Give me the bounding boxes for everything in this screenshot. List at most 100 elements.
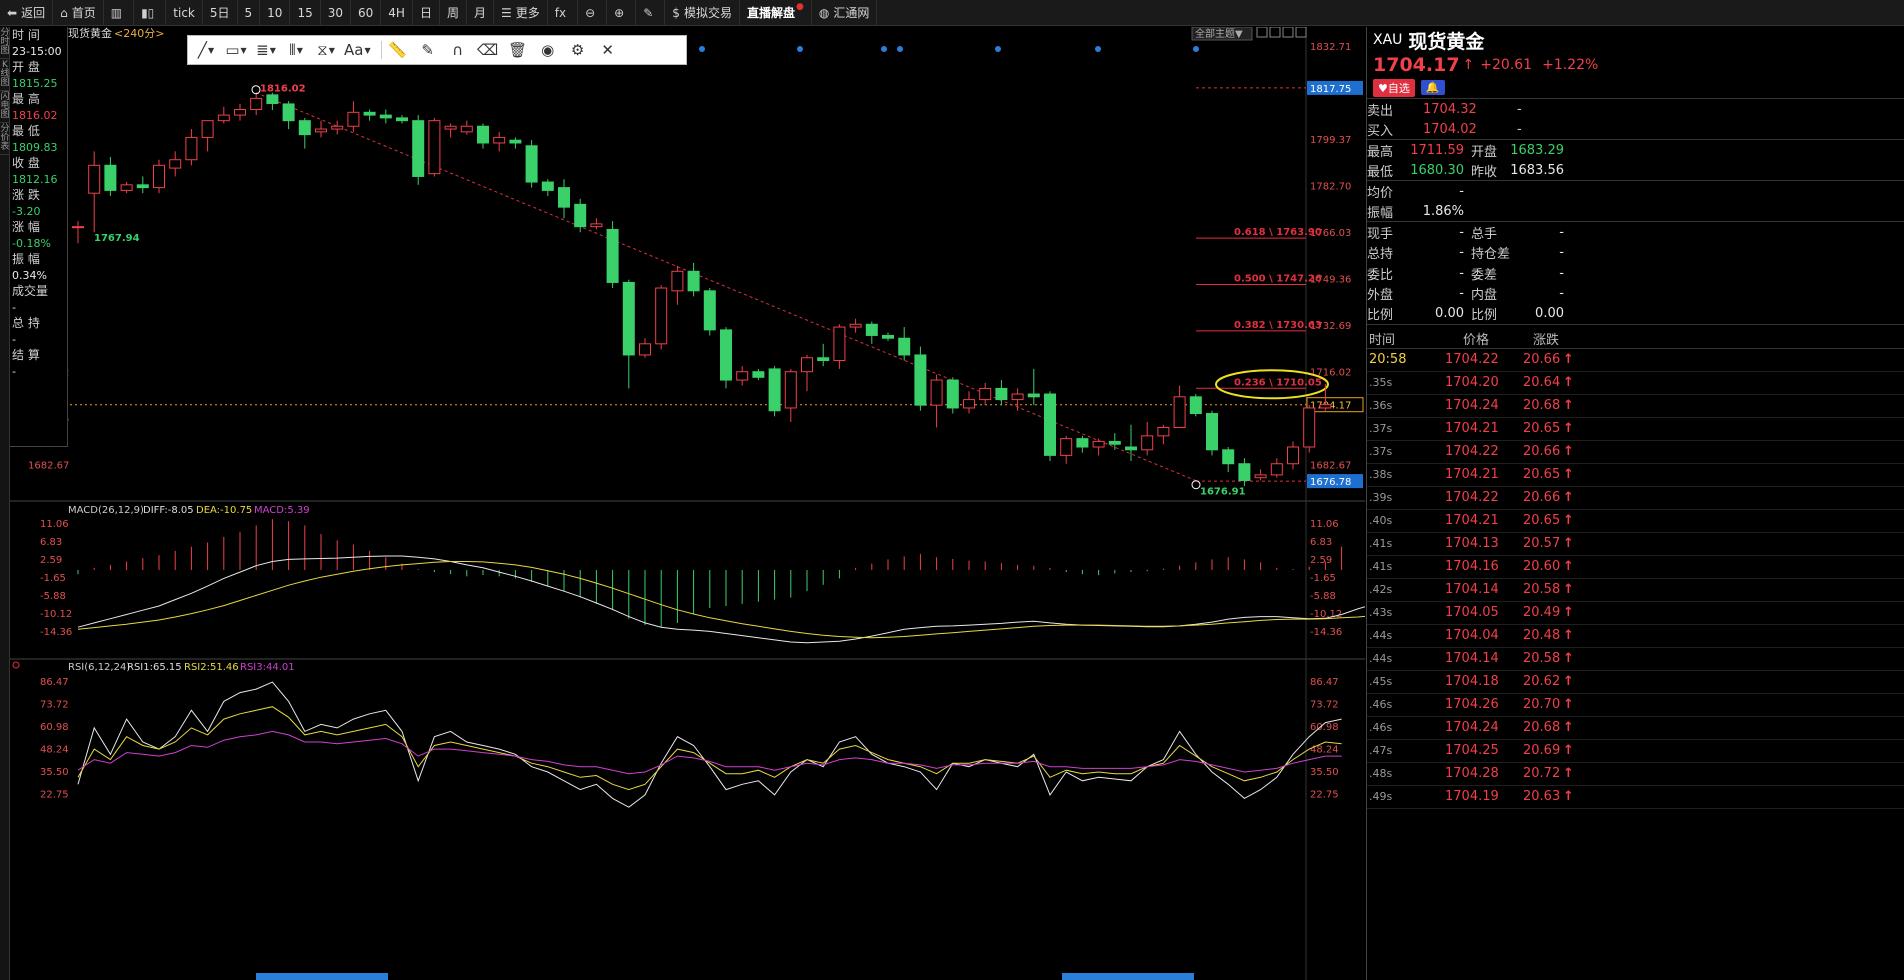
amp-label: 振 幅 <box>12 252 40 266</box>
toolbar-item-19[interactable]: ✎ <box>636 0 666 26</box>
candle-body <box>250 97 263 111</box>
chart-area[interactable]: 现货黄金 <240分> 全部主题▼ 1832.71 1817.75 1799.37 1782… <box>0 27 1365 980</box>
candle-body <box>363 111 376 116</box>
candle <box>1027 368 1040 406</box>
event-dot[interactable] <box>699 46 705 52</box>
trash-icon[interactable]: 🗑 <box>506 37 530 63</box>
tick-head-change: 涨跌 <box>1533 332 1560 348</box>
tick-time: .44s <box>1369 652 1393 665</box>
toolbar-item-6[interactable]: 5 <box>238 0 261 26</box>
toolbar-item-16[interactable]: fx <box>548 0 579 26</box>
price-axis-label: 1832.71 <box>1310 42 1351 53</box>
caret-down-icon: ▼ <box>328 45 335 55</box>
candle-body <box>153 164 165 189</box>
candle-body <box>88 164 101 194</box>
toolbar-item-2[interactable]: ▥ <box>104 0 135 26</box>
up-arrow-icon: ↑ <box>1563 467 1574 482</box>
scroll-thumb[interactable] <box>256 973 388 980</box>
event-dot[interactable] <box>995 46 1001 52</box>
toolbar-item-21[interactable]: 直播解盘 ● <box>740 0 812 26</box>
candle-body <box>963 399 975 409</box>
bell-icon[interactable]: 🔔 <box>1420 80 1445 95</box>
pattern-tool-icon[interactable]: ⧖ ▼ <box>314 37 338 63</box>
toolbar-item-15[interactable]: ☰ 更多 <box>494 0 548 26</box>
layout-icon[interactable] <box>1295 27 1307 38</box>
candle-body <box>396 117 408 122</box>
quote-row-extra: - <box>1517 121 1522 137</box>
candle-body <box>234 109 246 116</box>
candle <box>315 120 327 138</box>
toolbar-item-20[interactable]: $ 模拟交易 <box>665 0 740 26</box>
toolbar-item-3[interactable]: ▮▯ <box>134 0 167 26</box>
layout-icon[interactable] <box>1256 27 1268 38</box>
stat-row: 均价 - <box>1367 181 1904 202</box>
brush-icon[interactable]: ✎ <box>416 37 440 63</box>
stat-row: 振幅 1.86% <box>1367 202 1904 222</box>
magnet-icon[interactable]: ∩ <box>446 37 470 63</box>
stat-value: - <box>1459 265 1464 281</box>
toolbar-item-17[interactable]: ⊖ <box>578 0 608 26</box>
event-dot[interactable] <box>1095 46 1101 52</box>
candle <box>784 368 797 422</box>
text-tool-icon[interactable]: Aa ▼ <box>344 37 371 63</box>
toolbar-item-8[interactable]: 15 <box>290 0 321 26</box>
event-dot[interactable] <box>1193 46 1199 52</box>
toolbar-item-11[interactable]: 4H <box>381 0 413 26</box>
tick-time: .41s <box>1369 560 1393 573</box>
rect-tool-icon[interactable]: ▭ ▼ <box>224 37 248 63</box>
stat-value: - <box>1459 286 1464 302</box>
toolbar-item-12[interactable]: 日 <box>413 0 440 26</box>
eraser-icon[interactable]: ⌫ <box>476 37 500 63</box>
toolbar-item-13[interactable]: 周 <box>440 0 467 26</box>
toolbar-item-18[interactable]: ⊕ <box>607 0 637 26</box>
candle-body <box>639 343 651 356</box>
candle <box>736 366 749 386</box>
candle <box>1189 394 1202 417</box>
event-dot[interactable] <box>797 46 803 52</box>
low-label: 最 低 <box>12 124 40 138</box>
tick-change: 20.65 <box>1523 513 1561 528</box>
toolbar-item-4[interactable]: tick <box>166 0 203 26</box>
stat-label: 内盘 <box>1471 288 1498 304</box>
candle <box>1044 391 1056 461</box>
tick-time: .48s <box>1369 767 1393 780</box>
candle-body <box>655 287 668 345</box>
toolbar-item-9[interactable]: 30 <box>321 0 351 26</box>
toolbar-item-14[interactable]: 月 <box>467 0 494 26</box>
ruler-icon[interactable]: 📏 <box>386 37 410 63</box>
line-tool-icon[interactable]: ╱ ▼ <box>194 37 218 63</box>
candle <box>379 109 392 124</box>
layout-icon[interactable] <box>1282 27 1294 38</box>
event-dot[interactable] <box>897 46 903 52</box>
scroll-thumb[interactable] <box>1062 973 1194 980</box>
event-dot[interactable] <box>881 46 887 52</box>
candlestick-chart[interactable]: 现货黄金 <240分> 全部主题▼ 1832.71 1817.75 1799.37 1782… <box>0 27 1365 980</box>
rsi-settings-icon[interactable] <box>12 661 20 669</box>
candle <box>347 101 360 132</box>
toolbar-item-0[interactable]: ⬅ 返回 <box>0 0 54 26</box>
tick-change: 20.68 <box>1523 398 1561 413</box>
tick-row: .47s 1704.25 20.69 ↑ <box>1367 740 1904 763</box>
stat-value: - <box>1459 224 1464 240</box>
close-icon[interactable]: ✕ <box>596 37 620 63</box>
layout-icon[interactable] <box>1269 27 1281 38</box>
open-label: 开 盘 <box>12 60 40 74</box>
add-favorite-button[interactable]: ♥自选 <box>1373 78 1415 97</box>
toolbar-item-7[interactable]: 10 <box>260 0 291 26</box>
candle-body <box>574 203 587 228</box>
toolbar-item-10[interactable]: 60 <box>351 0 382 26</box>
quote-panel: XAU 现货黄金 1704.17 ↑ +20.61 +1.22% ♥自选 🔔 卖… <box>1366 27 1904 980</box>
toolbar-item-22[interactable]: ◍ 汇通网 <box>812 0 878 26</box>
candle-body <box>1027 393 1040 398</box>
fib-tool-icon[interactable]: ⦀ ▼ <box>284 37 308 63</box>
macd-value: MACD:5.39 <box>254 505 310 516</box>
candle <box>995 380 1008 406</box>
tick-price: 1704.14 <box>1445 651 1499 666</box>
channel-tool-icon[interactable]: ≣ ▼ <box>254 37 278 63</box>
quote-title: XAU 现货黄金 <box>1367 27 1904 53</box>
toolbar-item-1[interactable]: ⌂ 首页 <box>53 0 104 26</box>
rsi-axis-right: 48.24 <box>1310 745 1339 756</box>
settings-gear-icon[interactable]: ⚙ <box>566 37 590 63</box>
eye-icon[interactable]: ◉ <box>536 37 560 63</box>
toolbar-item-5[interactable]: 5日 <box>203 0 238 26</box>
